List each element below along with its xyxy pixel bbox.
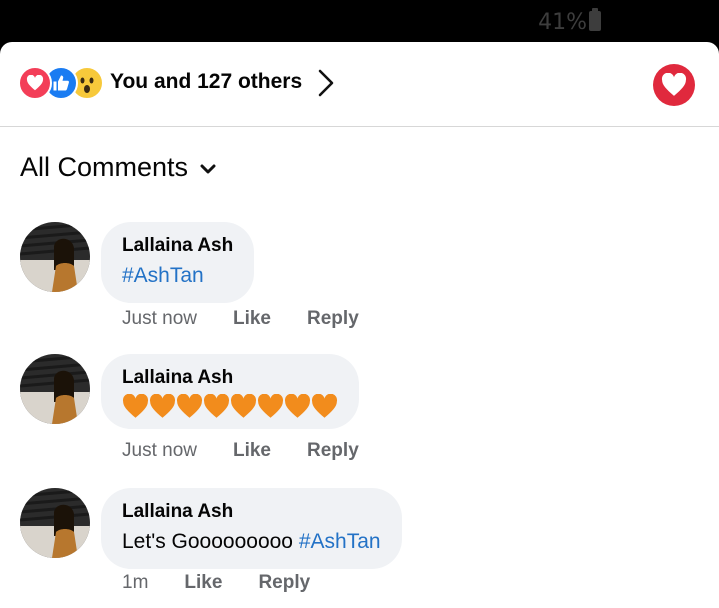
like-button[interactable]: Like (233, 440, 271, 462)
orange-heart-icon (257, 394, 284, 418)
comment-author[interactable]: Lallaina Ash (122, 366, 338, 390)
hashtag-link[interactable]: #AshTan (299, 530, 381, 553)
reply-button[interactable]: Reply (307, 308, 359, 330)
sort-label: All Comments (20, 152, 189, 182)
comment-author[interactable]: Lallaina Ash (122, 500, 381, 524)
love-reaction-button[interactable] (653, 64, 695, 106)
comment-actions: Just now Like Reply (122, 308, 395, 330)
comment-timestamp: 1m (122, 572, 149, 593)
reactions-summary-row[interactable]: You and 127 others (0, 42, 719, 127)
reply-button[interactable]: Reply (258, 572, 310, 594)
orange-heart-icon (176, 394, 203, 418)
comment-actions: 1m Like Reply (122, 572, 346, 594)
heart-icon (661, 73, 687, 96)
comment-timestamp: Just now (122, 308, 197, 329)
reactions-summary-text: You and 127 others (110, 70, 303, 93)
avatar[interactable] (20, 488, 90, 558)
reply-button[interactable]: Reply (307, 440, 359, 462)
love-reaction-icon (18, 66, 52, 100)
comment-sort-dropdown[interactable]: All Comments (20, 152, 216, 183)
comment-bubble[interactable]: Lallaina Ash (101, 354, 359, 429)
like-button[interactable]: Like (184, 572, 222, 594)
comment-bubble[interactable]: Lallaina Ash Let's Gooooooooo #AshTan (101, 488, 402, 569)
hashtag-link[interactable]: #AshTan (122, 264, 204, 287)
comment-text: Let's Gooooooooo #AshTan (122, 527, 381, 557)
comment-bubble[interactable]: Lallaina Ash #AshTan (101, 222, 255, 303)
orange-heart-icon (203, 394, 230, 418)
comment-text: #AshTan (122, 261, 233, 291)
comment-text-plain: Let's Gooooooooo (122, 530, 299, 553)
battery-icon (589, 8, 601, 31)
avatar[interactable] (20, 222, 90, 292)
comment-emoji-hearts (122, 394, 338, 419)
status-bar: 41% (0, 0, 719, 42)
like-button[interactable]: Like (233, 308, 271, 330)
avatar[interactable] (20, 354, 90, 424)
orange-heart-icon (230, 394, 257, 418)
comments-sheet: You and 127 others All Comments Lallaina… (0, 42, 719, 608)
battery-level: 41% (538, 10, 587, 35)
chevron-right-icon[interactable] (314, 68, 338, 98)
orange-heart-icon (122, 394, 149, 418)
comment-author[interactable]: Lallaina Ash (122, 234, 233, 258)
orange-heart-icon (311, 394, 338, 418)
orange-heart-icon (149, 394, 176, 418)
reaction-icons (18, 66, 106, 100)
comment-timestamp: Just now (122, 440, 197, 461)
chevron-down-icon (200, 162, 216, 174)
orange-heart-icon (284, 394, 311, 418)
comment-actions: Just now Like Reply (122, 440, 395, 462)
